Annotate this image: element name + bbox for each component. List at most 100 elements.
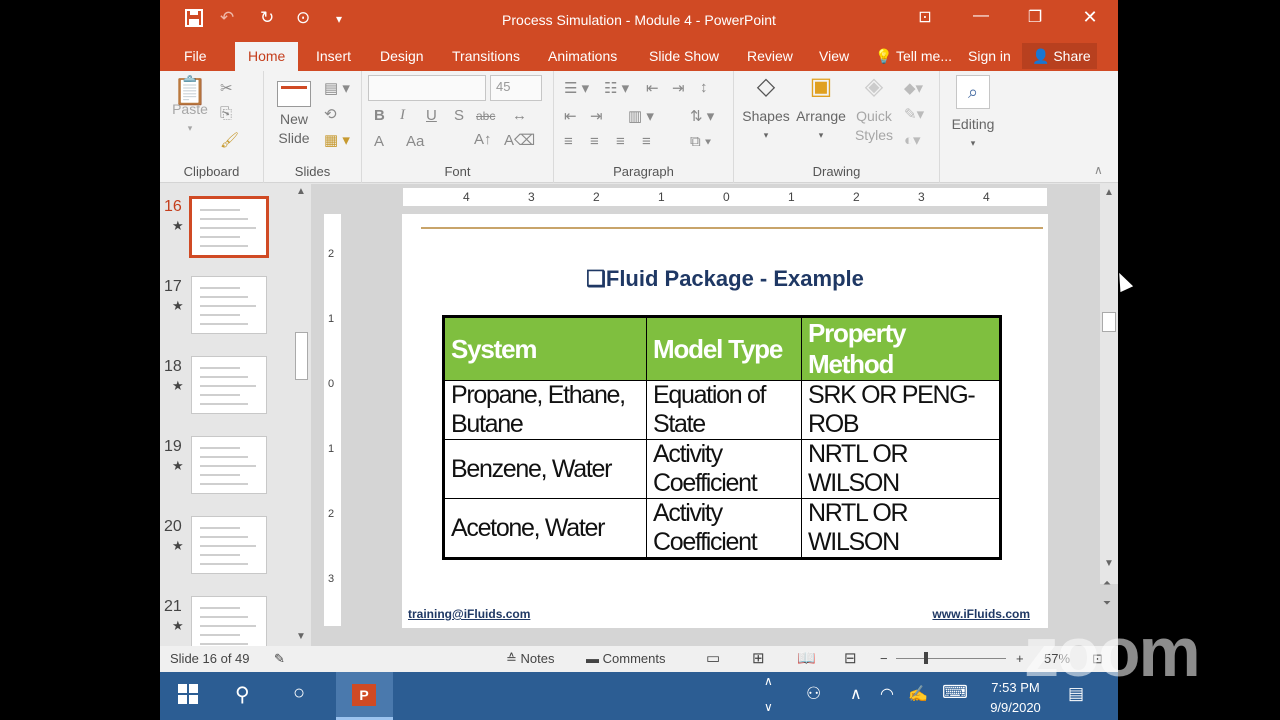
cut-icon[interactable]: ✂	[220, 79, 233, 97]
slide-canvas[interactable]: ❑Fluid Package - Example System Model Ty…	[402, 214, 1048, 628]
sign-in-link[interactable]: Sign in	[968, 48, 1011, 64]
char-spacing-icon[interactable]: ↔	[512, 107, 527, 124]
font-name-box[interactable]	[368, 75, 486, 101]
tab-insert[interactable]: Insert	[316, 48, 351, 64]
section-icon[interactable]: ▦ ▾	[324, 131, 350, 149]
tab-file[interactable]: File	[184, 48, 207, 64]
pen-icon[interactable]: ✍	[908, 684, 928, 704]
tab-review[interactable]: Review	[747, 48, 793, 64]
change-case-button[interactable]: Aa	[406, 133, 424, 150]
footer-website[interactable]: www.iFluids.com	[932, 607, 1030, 621]
comment-icon: ▬	[586, 651, 599, 666]
align-right-icon[interactable]: ≡	[616, 133, 625, 150]
cortana-icon[interactable]: ○	[293, 682, 305, 705]
align-center-icon[interactable]: ≡	[590, 133, 599, 150]
taskbar-scroll-down-icon[interactable]: ∨	[764, 700, 773, 714]
justify-icon[interactable]: ≡	[642, 133, 651, 150]
slide-thumbnail[interactable]	[189, 196, 269, 258]
tab-home[interactable]: Home	[235, 42, 299, 72]
slide-title[interactable]: ❑Fluid Package - Example	[402, 266, 1048, 292]
drawing-group: ◇ Shapes ▾ ▣ Arrange ▾ ◈ Quick Styles ◆▾…	[734, 71, 940, 183]
windows-start-icon[interactable]	[178, 684, 198, 710]
line-spacing-icon[interactable]: ↕	[700, 79, 708, 96]
clear-format-icon[interactable]: A⌫	[504, 131, 535, 149]
font-size-box[interactable]: 45	[490, 75, 542, 101]
next-slide-icon[interactable]: ⏷	[1103, 598, 1111, 609]
reset-icon[interactable]: ⟲	[324, 105, 337, 123]
bullets-icon[interactable]: ☰ ▾	[564, 79, 589, 97]
spell-check-icon[interactable]: ✎	[274, 651, 285, 667]
shape-effects-icon[interactable]: ◐▾	[904, 131, 921, 149]
slide-sorter-icon[interactable]: ⊞	[752, 649, 765, 667]
minimize-icon[interactable]: —	[966, 7, 996, 25]
tab-design[interactable]: Design	[380, 48, 424, 64]
slide-thumbnail[interactable]	[191, 276, 267, 334]
reading-view-icon[interactable]: 📖	[797, 649, 816, 667]
slide-scroll-thumb[interactable]	[1102, 312, 1116, 332]
increase-indent-alt-icon[interactable]: ⇥	[590, 107, 603, 125]
strikethrough-button[interactable]: abc	[476, 109, 495, 123]
tab-slide-show[interactable]: Slide Show	[649, 48, 719, 64]
close-icon[interactable]: ✕	[1075, 7, 1105, 28]
tab-view[interactable]: View	[819, 48, 849, 64]
arrange-button[interactable]: ▣ Arrange ▾	[794, 75, 848, 145]
new-slide-button[interactable]: New Slide	[270, 77, 318, 148]
comments-button[interactable]: ▬ Comments	[586, 651, 665, 666]
keyboard-icon[interactable]: ⌨	[942, 682, 968, 703]
normal-view-icon[interactable]: ▭	[706, 649, 720, 667]
underline-button[interactable]: U	[426, 107, 437, 124]
format-painter-icon[interactable]: 🖌	[220, 131, 239, 149]
bold-button[interactable]: B	[374, 107, 385, 124]
text-direction-icon[interactable]: ⇅ ▾	[690, 107, 714, 125]
ruler-label: 3	[528, 190, 535, 204]
fluid-package-table[interactable]: System Model Type Property Method Propan…	[442, 315, 1002, 560]
previous-slide-icon[interactable]: ⏶	[1103, 578, 1111, 589]
zoom-out-icon[interactable]: −	[880, 651, 888, 666]
thumbnails-scroll-thumb[interactable]	[295, 332, 308, 380]
italic-button[interactable]: I	[400, 107, 405, 124]
zoom-in-icon[interactable]: +	[1016, 651, 1024, 666]
slide-show-icon[interactable]: ⊟	[844, 649, 857, 667]
align-left-icon[interactable]: ≡	[564, 133, 573, 150]
shape-outline-icon[interactable]: ✎▾	[904, 105, 924, 123]
smartart-icon[interactable]: ⧉ ▾	[690, 133, 711, 150]
slide-thumbnail[interactable]	[191, 436, 267, 494]
copy-icon[interactable]: ⎘	[220, 105, 232, 122]
tab-animations[interactable]: Animations	[548, 48, 617, 64]
tab-transitions[interactable]: Transitions	[452, 48, 520, 64]
shape-fill-icon[interactable]: ◆▾	[904, 79, 923, 97]
shapes-button[interactable]: ◇ Shapes ▾	[742, 75, 790, 145]
shadow-button[interactable]: S	[454, 107, 464, 124]
share-button[interactable]: 👤 Share	[1022, 43, 1097, 69]
collapse-ribbon-icon[interactable]: ∧	[1094, 163, 1103, 177]
ribbon-display-icon[interactable]: ⊡	[910, 7, 940, 27]
taskbar-scroll-up-icon[interactable]: ∧	[764, 674, 773, 688]
notes-button[interactable]: ≙ Notes	[506, 651, 555, 667]
slide-scrollbar[interactable]: ▲ ▼	[1100, 184, 1118, 584]
zoom-slider[interactable]	[896, 652, 1006, 664]
tell-me-box[interactable]: Tell me...	[896, 48, 952, 64]
people-icon[interactable]: ⚇	[806, 684, 821, 704]
powerpoint-taskbar-button[interactable]: P	[336, 672, 393, 720]
wifi-icon[interactable]: ◠	[880, 684, 894, 704]
decrease-indent-icon[interactable]: ⇤	[646, 79, 659, 97]
thumbnail-number: 19	[164, 438, 182, 455]
layout-icon[interactable]: ▤ ▾	[324, 79, 350, 97]
slide-thumbnail[interactable]	[191, 356, 267, 414]
quick-styles-button[interactable]: ◈ Quick Styles	[850, 75, 898, 145]
footer-email[interactable]: training@iFluids.com	[408, 607, 530, 621]
columns-icon[interactable]: ▥ ▾	[628, 107, 654, 125]
restore-icon[interactable]: ❐	[1020, 7, 1050, 27]
paste-button[interactable]: 📋 Paste ▾	[170, 77, 210, 138]
editing-button[interactable]: ⌕ Editing ▾	[948, 75, 998, 153]
font-color-button[interactable]: A	[374, 133, 384, 150]
increase-font-icon[interactable]: A↑	[474, 131, 492, 148]
increase-indent-icon[interactable]: ⇥	[672, 79, 685, 97]
decrease-indent-alt-icon[interactable]: ⇤	[564, 107, 577, 125]
thumbnails-scrollbar[interactable]: ▲ ▼	[293, 184, 310, 646]
show-hidden-icons[interactable]: ∧	[850, 684, 862, 704]
numbering-icon[interactable]: ☷ ▾	[604, 79, 629, 97]
animation-star-icon: ★	[172, 378, 184, 393]
slide-thumbnail[interactable]	[191, 516, 267, 574]
search-icon[interactable]: ⚲	[235, 682, 250, 707]
